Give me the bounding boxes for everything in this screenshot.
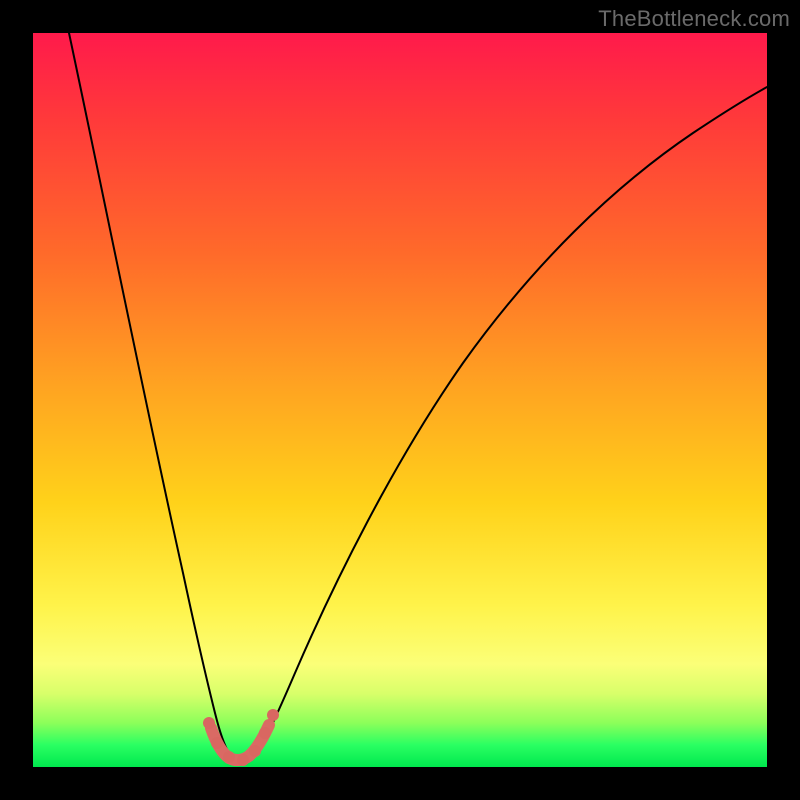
min-dot [259, 727, 271, 739]
min-dot [267, 709, 279, 721]
bottleneck-curve [69, 33, 767, 763]
min-dot [223, 751, 235, 763]
curve-svg [33, 33, 767, 767]
chart-frame: TheBottleneck.com [0, 0, 800, 800]
min-dot [211, 737, 223, 749]
watermark-text: TheBottleneck.com [598, 6, 790, 32]
min-dot [237, 754, 249, 766]
min-dot [203, 717, 215, 729]
plot-area [33, 33, 767, 767]
min-dot [249, 745, 261, 757]
